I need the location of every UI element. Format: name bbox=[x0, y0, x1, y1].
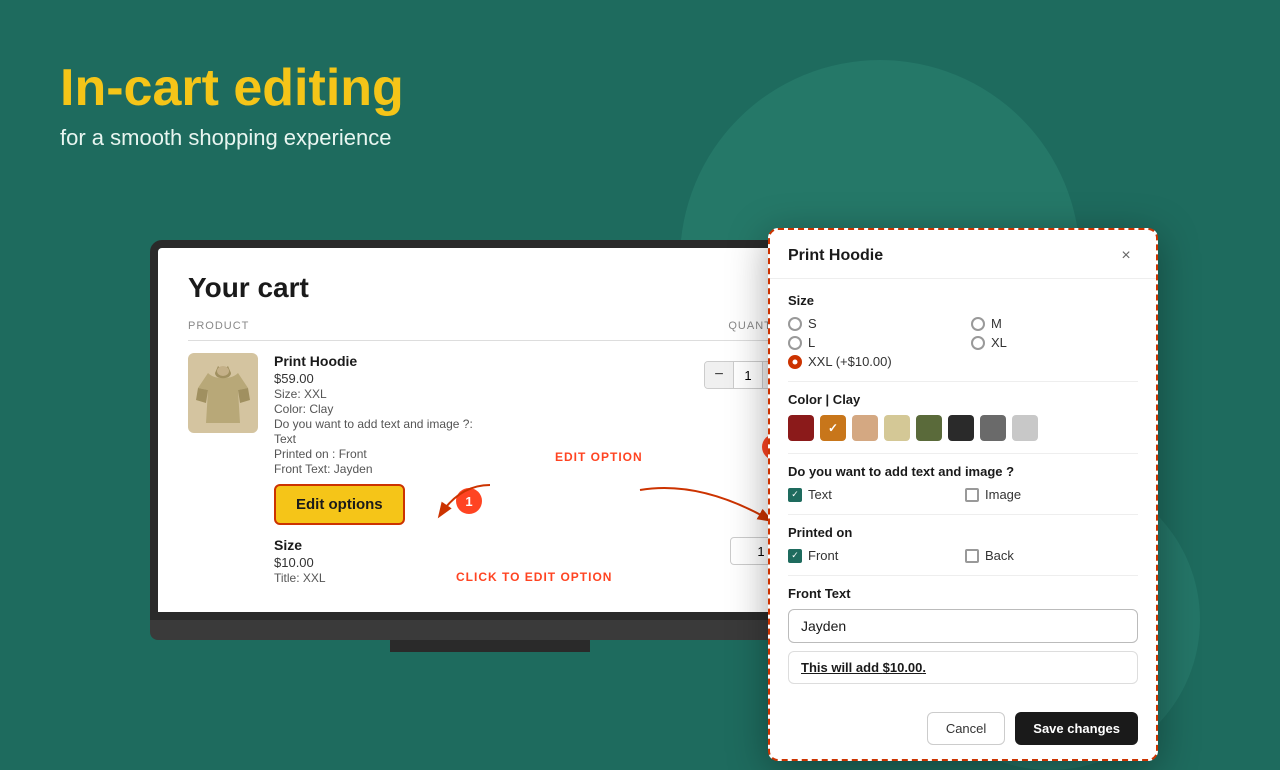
color-swatch-orange[interactable] bbox=[820, 415, 846, 441]
size-label-xl: XL bbox=[991, 335, 1007, 350]
modal-close-button[interactable]: × bbox=[1114, 244, 1138, 268]
cancel-button[interactable]: Cancel bbox=[927, 712, 1005, 745]
back-checkbox-item[interactable]: Back bbox=[965, 548, 1138, 563]
info-suffix: . bbox=[922, 660, 926, 675]
divider-1 bbox=[788, 381, 1138, 382]
color-swatch-dark-red[interactable] bbox=[788, 415, 814, 441]
size-radio-xl[interactable] bbox=[971, 336, 985, 350]
size-option-xl[interactable]: XL bbox=[971, 335, 1138, 350]
back-checkbox[interactable] bbox=[965, 549, 979, 563]
printed-on-label: Printed on bbox=[788, 525, 1138, 540]
front-checkbox-label: Front bbox=[808, 548, 838, 563]
modal-overlay: Print Hoodie × Size S M L bbox=[0, 0, 1280, 720]
front-text-input[interactable] bbox=[788, 609, 1138, 643]
color-swatch-sand[interactable] bbox=[884, 415, 910, 441]
image-checkbox[interactable] bbox=[965, 488, 979, 502]
size-label-xxl: XXL (+$10.00) bbox=[808, 354, 892, 369]
save-changes-button[interactable]: Save changes bbox=[1015, 712, 1138, 745]
size-option-xxl[interactable]: XXL (+$10.00) bbox=[788, 354, 955, 369]
size-radio-l[interactable] bbox=[788, 336, 802, 350]
text-checkbox-item[interactable]: Text bbox=[788, 487, 961, 502]
size-section-label: Size bbox=[788, 293, 1138, 308]
size-label-l: L bbox=[808, 335, 815, 350]
color-swatch-black[interactable] bbox=[948, 415, 974, 441]
modal-title: Print Hoodie bbox=[788, 247, 883, 265]
modal-dialog: Print Hoodie × Size S M L bbox=[768, 228, 1158, 761]
size-radio-s[interactable] bbox=[788, 317, 802, 331]
color-swatches bbox=[788, 415, 1138, 441]
text-image-section-label: Do you want to add text and image ? bbox=[788, 464, 1138, 479]
size-radio-m[interactable] bbox=[971, 317, 985, 331]
info-prefix: This will add bbox=[801, 660, 883, 675]
printed-on-checkbox-group: Front Back bbox=[788, 548, 1138, 563]
size-radio-xxl[interactable] bbox=[788, 355, 802, 369]
text-image-checkbox-group: Text Image bbox=[788, 487, 1138, 502]
back-checkbox-label: Back bbox=[985, 548, 1014, 563]
color-swatch-light-tan[interactable] bbox=[852, 415, 878, 441]
size-radio-group: S M L XL XXL (+$10.00) bbox=[788, 316, 1138, 369]
front-checkbox[interactable] bbox=[788, 549, 802, 563]
size-label-m: M bbox=[991, 316, 1002, 331]
text-checkbox[interactable] bbox=[788, 488, 802, 502]
color-section-label: Color | Clay bbox=[788, 392, 1138, 407]
image-checkbox-label: Image bbox=[985, 487, 1021, 502]
size-option-m[interactable]: M bbox=[971, 316, 1138, 331]
modal-body: Size S M L XL bbox=[770, 279, 1156, 712]
color-swatch-olive[interactable] bbox=[916, 415, 942, 441]
info-text: This will add $10.00. bbox=[788, 651, 1138, 684]
divider-3 bbox=[788, 514, 1138, 515]
size-label-s: S bbox=[808, 316, 817, 331]
color-swatch-gray[interactable] bbox=[980, 415, 1006, 441]
front-text-section-label: Front Text bbox=[788, 586, 1138, 601]
image-checkbox-item[interactable]: Image bbox=[965, 487, 1138, 502]
info-amount: $10.00 bbox=[883, 660, 923, 675]
size-option-s[interactable]: S bbox=[788, 316, 955, 331]
divider-4 bbox=[788, 575, 1138, 576]
text-checkbox-label: Text bbox=[808, 487, 832, 502]
front-checkbox-item[interactable]: Front bbox=[788, 548, 961, 563]
color-swatch-light-gray[interactable] bbox=[1012, 415, 1038, 441]
modal-footer: Cancel Save changes bbox=[770, 712, 1156, 759]
size-option-l[interactable]: L bbox=[788, 335, 955, 350]
divider-2 bbox=[788, 453, 1138, 454]
modal-header: Print Hoodie × bbox=[770, 230, 1156, 279]
